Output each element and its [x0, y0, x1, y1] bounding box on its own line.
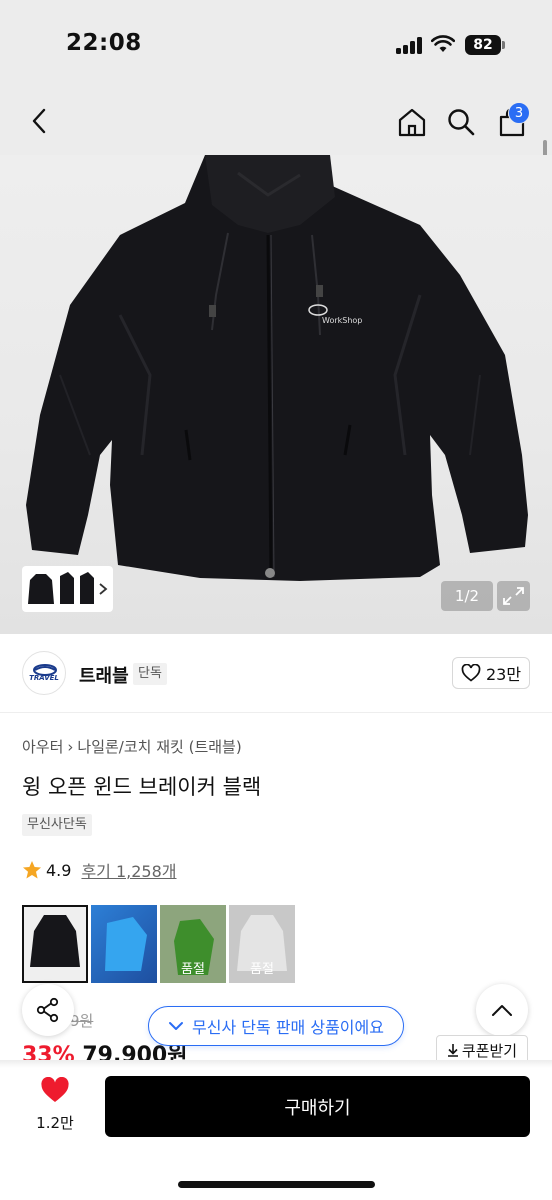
favorite-button[interactable]: 1.2만	[30, 1076, 80, 1133]
thumbnail-images	[28, 572, 108, 604]
wifi-icon	[431, 35, 455, 52]
breadcrumb-item[interactable]: 아우터	[22, 736, 63, 757]
coupon-label: 쿠폰받기	[461, 1041, 518, 1060]
brand-exclusive-chip: 단독	[133, 663, 167, 685]
chest-logo-text: WorkShop	[322, 316, 363, 325]
signal-icon	[396, 36, 422, 54]
search-icon	[448, 109, 475, 136]
jacket-image	[26, 155, 528, 581]
color-option[interactable]	[22, 905, 88, 983]
blue-jacket-thumbnail	[105, 917, 147, 971]
heart-filled-icon	[41, 1076, 69, 1102]
image-counter: 1/2	[441, 581, 493, 611]
review-link[interactable]: 후기 1,258개	[81, 858, 176, 882]
share-icon	[36, 997, 59, 1023]
home-icon	[398, 108, 426, 137]
sold-out-label: 품절	[250, 962, 274, 977]
rating-row: 4.9 후기 1,258개	[22, 858, 177, 882]
home-button[interactable]	[394, 104, 430, 140]
black-jacket-thumbnail	[30, 915, 80, 967]
chevron-up-icon	[492, 1005, 512, 1016]
breadcrumb-separator: ›	[67, 737, 74, 756]
battery-cap	[502, 41, 505, 49]
download-icon	[447, 1044, 458, 1057]
exclusive-banner: 무신사 단독 판매 상품이에요	[148, 1006, 404, 1046]
bottom-shadow	[0, 1060, 552, 1068]
expand-icon	[503, 587, 524, 605]
breadcrumb-item[interactable]: 나일론/코치 재킷 (트래블)	[77, 736, 241, 757]
brand-like-button[interactable]: 23만	[452, 657, 530, 689]
status-time: 22:08	[66, 30, 142, 56]
home-indicator	[178, 1181, 375, 1188]
buy-button[interactable]: 구매하기	[105, 1076, 530, 1137]
brand-like-count: 23만	[485, 665, 522, 684]
brand-logo[interactable]	[22, 651, 66, 695]
chevron-down-icon	[169, 1022, 184, 1030]
share-button[interactable]	[22, 984, 74, 1036]
color-option[interactable]: 품절	[229, 905, 295, 983]
chevron-left-icon	[32, 108, 46, 134]
scroll-top-button[interactable]	[476, 984, 528, 1036]
gallery-thumbnails[interactable]	[22, 566, 113, 612]
heart-outline-icon	[461, 664, 481, 682]
star-icon	[23, 861, 41, 879]
sold-out-label: 품절	[181, 962, 205, 977]
battery-indicator: 82	[465, 35, 501, 55]
product-tag: 무신사단독	[22, 814, 92, 836]
divider	[0, 712, 552, 713]
banner-text: 무신사 단독 판매 상품이에요	[192, 1018, 384, 1037]
rating-value: 4.9	[46, 860, 72, 880]
color-option[interactable]	[91, 905, 157, 983]
product-title: 윙 오픈 윈드 브레이커 블랙	[22, 775, 262, 799]
expand-button[interactable]	[497, 581, 530, 611]
chevron-right-icon	[99, 583, 108, 595]
cart-count-badge: 3	[508, 102, 530, 124]
search-button[interactable]	[443, 104, 479, 140]
back-button[interactable]	[22, 104, 56, 138]
product-image[interactable]	[0, 155, 552, 634]
brand-logo-text: TRAVEL	[29, 674, 59, 682]
color-option[interactable]: 품절	[160, 905, 226, 983]
breadcrumb: 아우터 › 나일론/코치 재킷 (트래블)	[22, 736, 242, 757]
favorite-count: 1.2만	[36, 1114, 74, 1132]
brand-name[interactable]: 트래블	[79, 662, 129, 688]
